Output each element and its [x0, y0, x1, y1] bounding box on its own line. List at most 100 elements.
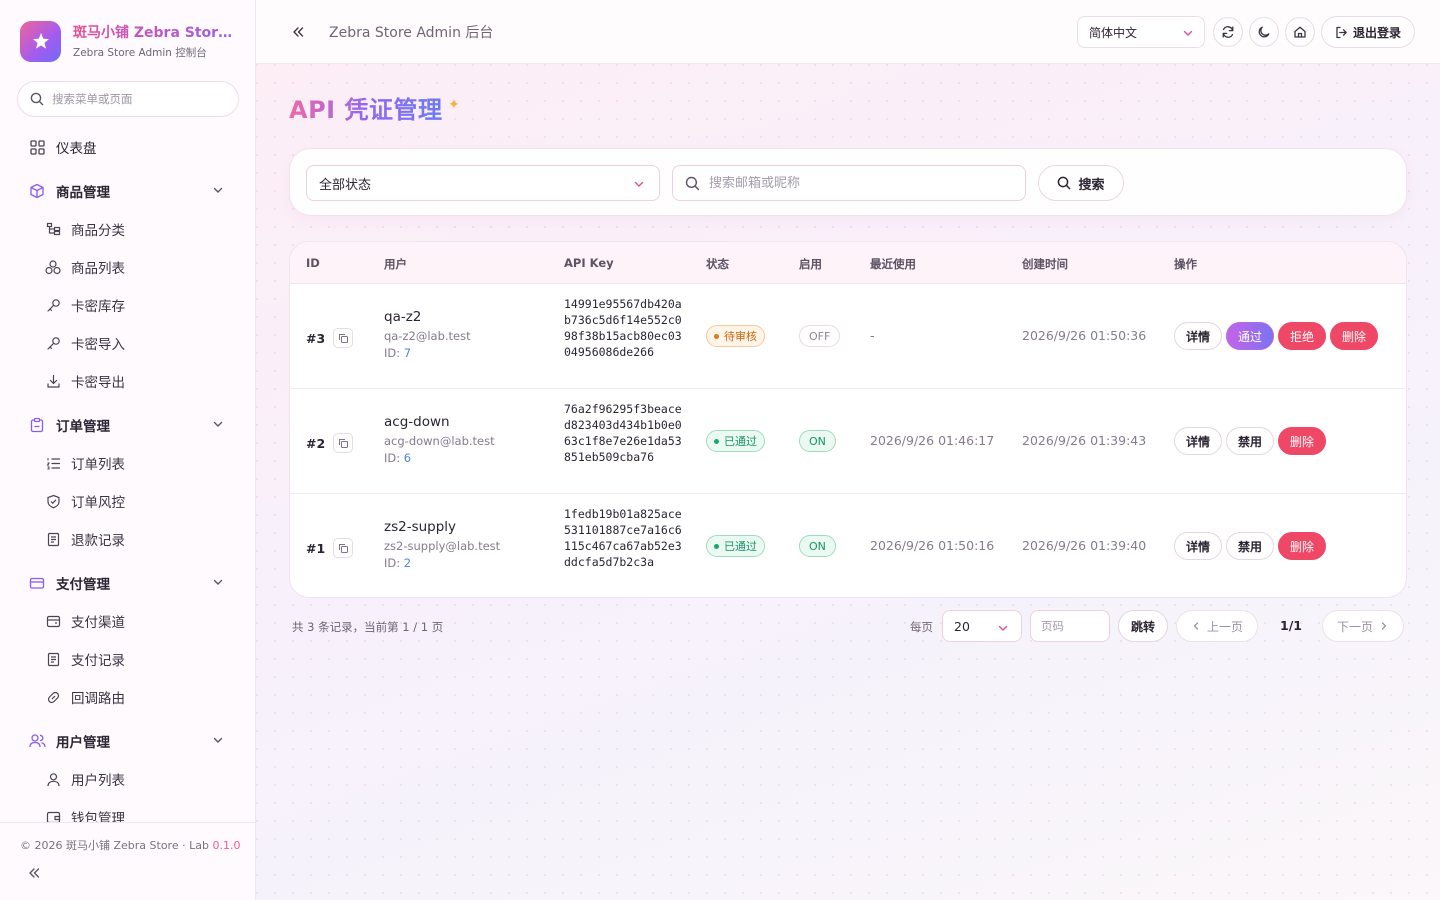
previous-page-button[interactable]: 上一页 — [1176, 610, 1258, 642]
sidebar-item-wallet-management[interactable]: 钱包管理 — [0, 798, 256, 822]
sidebar-group-users[interactable]: 用户管理 — [0, 722, 256, 760]
language-select[interactable]: 简体中文 — [1077, 16, 1205, 48]
refresh-icon — [1222, 26, 1234, 38]
sidebar-item-payment-channels[interactable]: 支付渠道 — [0, 602, 256, 640]
last-used: 2026/9/26 01:50:16 — [870, 538, 995, 553]
user-id: ID: 2 — [384, 556, 500, 570]
user-id-link[interactable]: 6 — [404, 451, 411, 465]
user-icon — [44, 770, 62, 788]
sidebar-item-label: 仪表盘 — [56, 141, 97, 157]
copyright-text: © 2026 斑马小铺 Zebra Store · Lab — [20, 839, 213, 852]
sidebar-item-dashboard[interactable]: 仪表盘 — [0, 128, 256, 166]
status-label: 已通过 — [724, 540, 757, 553]
collapse-menu-icon[interactable] — [290, 24, 306, 44]
copy-icon[interactable] — [333, 328, 354, 348]
copy-icon[interactable] — [333, 433, 354, 453]
sidebar-item-card-export[interactable]: 卡密导出 — [0, 362, 256, 400]
home-icon — [1294, 26, 1306, 38]
delete-button[interactable]: 删除 — [1278, 532, 1327, 560]
theme-toggle-button[interactable] — [1249, 17, 1279, 47]
status-filter-select[interactable]: 全部状态 — [306, 165, 660, 201]
status-badge: 已通过 — [706, 535, 765, 557]
delete-button[interactable]: 删除 — [1330, 322, 1379, 350]
sidebar-item-label: 钱包管理 — [71, 811, 125, 822]
user-cell: acg-down acg-down@lab.test ID: 6 — [384, 414, 495, 465]
jump-button[interactable]: 跳转 — [1118, 610, 1168, 642]
menu-search-input[interactable]: 搜索菜单或页面 — [17, 81, 239, 117]
logout-button[interactable]: 退出登录 — [1321, 16, 1415, 48]
reject-button[interactable]: 拒绝 — [1278, 322, 1327, 350]
sidebar-item-order-list[interactable]: 订单列表 — [0, 444, 256, 482]
status-label: 已通过 — [724, 435, 757, 448]
user-id-link[interactable]: 2 — [404, 556, 411, 570]
status-badge: 已通过 — [706, 430, 765, 452]
sidebar-collapse-icon[interactable] — [26, 865, 42, 885]
user-cell: zs2-supply zs2-supply@lab.test ID: 2 — [384, 519, 500, 570]
search-button-label: 搜索 — [1078, 177, 1105, 193]
sidebar-item-label: 用户列表 — [71, 773, 125, 789]
sidebar-item-user-list[interactable]: 用户列表 — [0, 760, 256, 798]
sidebar-item-refund-records[interactable]: 退款记录 — [0, 520, 256, 558]
home-button[interactable] — [1285, 17, 1315, 47]
pagination-info: 共 3 条记录，当前第 1 / 1 页 — [292, 620, 444, 634]
pagination: 共 3 条记录，当前第 1 / 1 页 每页 20 跳转 上一页 1/1 下一页 — [289, 610, 1407, 642]
details-button[interactable]: 详情 — [1174, 532, 1223, 560]
header-title: Zebra Store Admin 后台 — [329, 25, 494, 41]
user-id-label: ID: — [384, 346, 404, 360]
enabled-toggle[interactable]: OFF — [799, 325, 841, 347]
copy-icon[interactable] — [333, 538, 354, 558]
delete-button[interactable]: 删除 — [1278, 427, 1327, 455]
sidebar-group-products[interactable]: 商品管理 — [0, 172, 256, 210]
column-header-last-used: 最近使用 — [870, 257, 916, 271]
id-cell: #2 — [306, 433, 354, 453]
chevron-down-icon — [633, 178, 645, 194]
sidebar-group-payments[interactable]: 支付管理 — [0, 564, 256, 602]
top-header: Zebra Store Admin 后台 简体中文 退出登录 — [256, 0, 1440, 64]
sidebar-item-label: 商品分类 — [71, 223, 125, 239]
id-cell: #1 — [306, 538, 354, 558]
row-id: #1 — [306, 540, 326, 556]
id-cell: #3 — [306, 328, 354, 348]
page-size-select[interactable]: 20 — [942, 610, 1022, 642]
search-field[interactable] — [672, 165, 1026, 201]
tree-icon — [44, 220, 62, 238]
sidebar-item-card-import[interactable]: 卡密导入 — [0, 324, 256, 362]
sidebar-item-label: 退款记录 — [71, 533, 125, 549]
details-button[interactable]: 详情 — [1174, 427, 1223, 455]
sidebar-item-callback-routes[interactable]: 回调路由 — [0, 678, 256, 716]
user-id-link[interactable]: 7 — [404, 346, 411, 360]
disable-button[interactable]: 禁用 — [1226, 427, 1275, 455]
key-icon — [44, 334, 62, 352]
shield-check-icon — [44, 492, 62, 510]
brand[interactable]: 斑马小铺 Zebra Store Admin Zebra Store Admin… — [20, 20, 233, 62]
chevron-right-icon — [1381, 622, 1387, 630]
sidebar-group-orders[interactable]: 订单管理 — [0, 406, 256, 444]
row-id: #3 — [306, 330, 326, 346]
next-page-button[interactable]: 下一页 — [1322, 610, 1404, 642]
sidebar-item-card-stock[interactable]: 卡密库存 — [0, 286, 256, 324]
search-button[interactable]: 搜索 — [1038, 165, 1124, 201]
sidebar-item-product-list[interactable]: 商品列表 — [0, 248, 256, 286]
sidebar-item-label: 订单列表 — [71, 457, 125, 473]
approve-button[interactable]: 通过 — [1226, 322, 1275, 350]
sidebar-item-payment-records[interactable]: 支付记录 — [0, 640, 256, 678]
sidebar-group-label: 商品管理 — [56, 185, 110, 201]
enabled-toggle[interactable]: ON — [799, 430, 836, 452]
refresh-button[interactable] — [1213, 17, 1243, 47]
details-button[interactable]: 详情 — [1174, 322, 1223, 350]
api-key: 1fedb19b01a825ace531101887ce7a16c6115c46… — [564, 507, 682, 569]
enabled-toggle[interactable]: ON — [799, 535, 836, 557]
sidebar-item-order-risk[interactable]: 订单风控 — [0, 482, 256, 520]
page-number-input[interactable] — [1030, 610, 1110, 642]
status-filter-value: 全部状态 — [319, 177, 372, 193]
last-used: - — [870, 328, 875, 343]
disable-button[interactable]: 禁用 — [1226, 532, 1275, 560]
version-label: 0.1.0 — [212, 839, 241, 852]
sidebar-item-product-category[interactable]: 商品分类 — [0, 210, 256, 248]
search-input[interactable] — [709, 175, 1009, 191]
dashboard-grid-icon — [28, 138, 46, 156]
status-label: 待审核 — [724, 330, 757, 343]
row-actions: 详情 禁用 删除 — [1174, 427, 1330, 455]
clipboard-icon — [28, 416, 46, 434]
created-time: 2026/9/26 01:39:43 — [1022, 433, 1147, 448]
